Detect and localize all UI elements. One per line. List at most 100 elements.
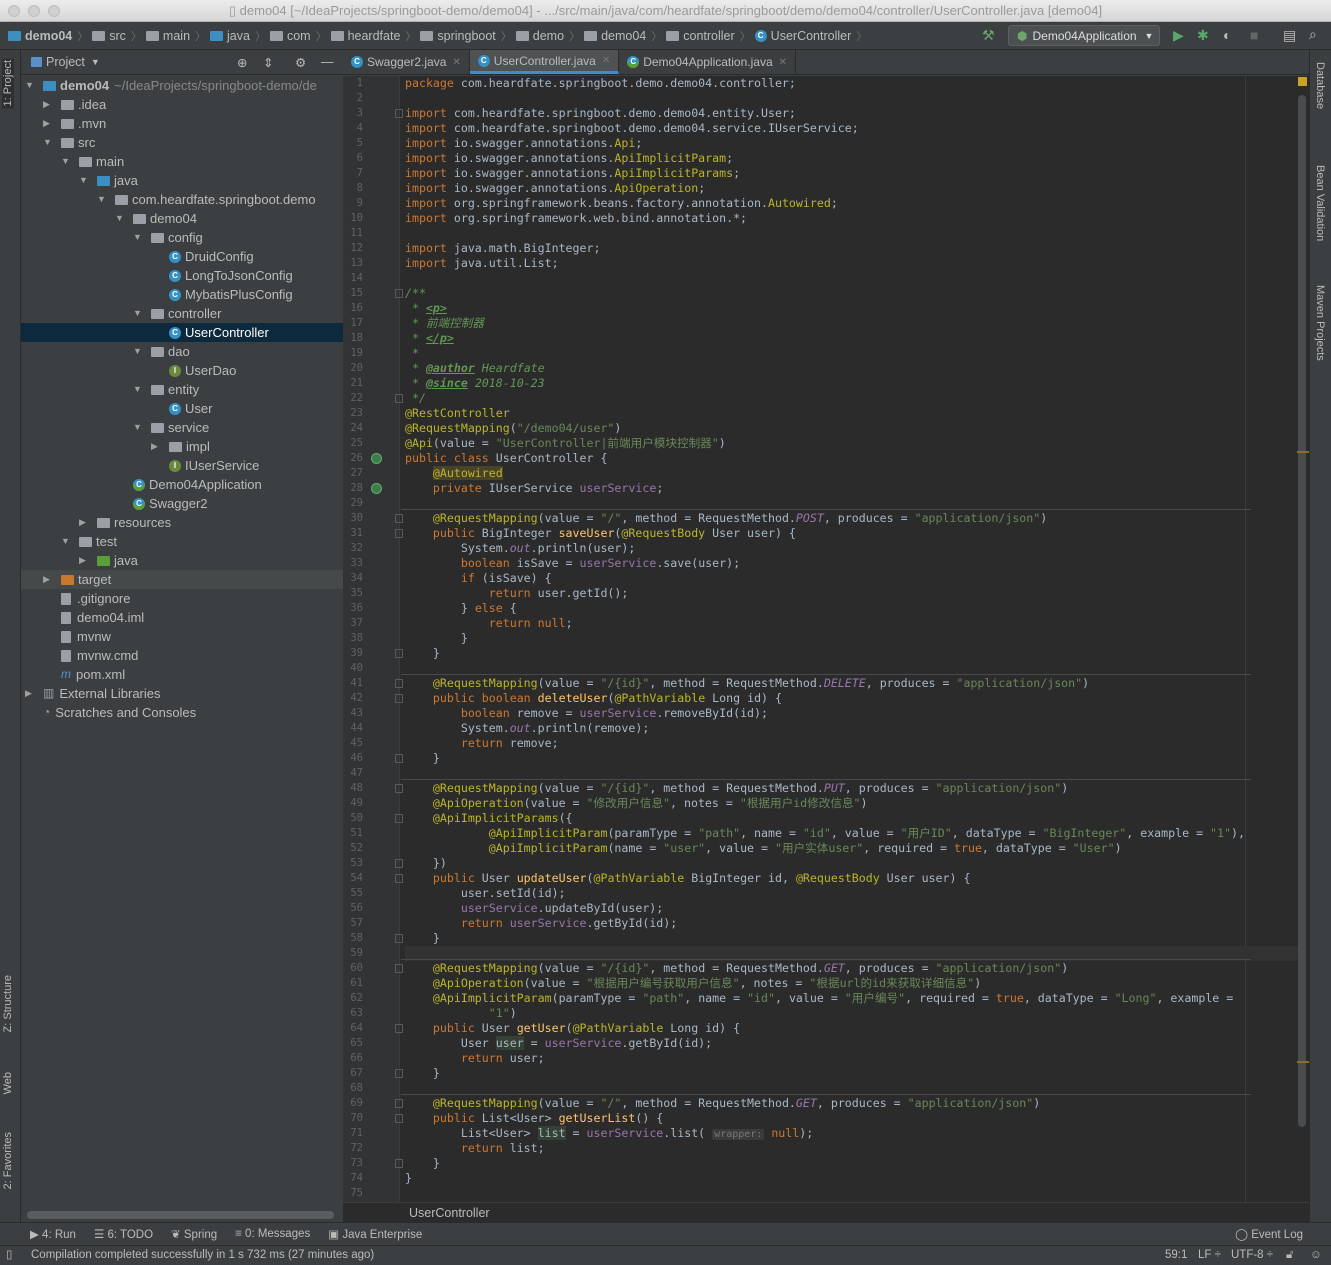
code-line[interactable]: } <box>405 751 1305 766</box>
code-line[interactable]: @ApiImplicitParam(paramType = "path", na… <box>405 826 1305 841</box>
code-line[interactable]: public User getUser(@PathVariable Long i… <box>405 1021 1305 1036</box>
build-hammer-icon[interactable]: ⚒ <box>982 27 995 44</box>
tree-item[interactable]: ▼ com.heardfate.springboot.demo <box>21 190 343 209</box>
tree-item[interactable]: ▼ config <box>21 228 343 247</box>
code-line[interactable]: @RestController <box>405 406 1305 421</box>
tree-item[interactable]: ▼ service <box>21 418 343 437</box>
expanded-arrow-icon[interactable]: ▼ <box>115 209 133 228</box>
event-log-button[interactable]: ◯ Event Log <box>1235 1227 1303 1241</box>
code-line[interactable]: import io.swagger.annotations.ApiImplici… <box>405 166 1305 181</box>
coverage-icon[interactable]: ◐ <box>1223 27 1231 43</box>
tree-item[interactable]: ▼ dao <box>21 342 343 361</box>
tree-item[interactable]: C Demo04Application <box>21 475 343 494</box>
fold-marker-icon[interactable] <box>395 109 403 118</box>
warning-marker[interactable] <box>1297 451 1309 453</box>
code-line[interactable] <box>405 1186 1305 1201</box>
close-window-button[interactable] <box>8 5 20 17</box>
code-line[interactable]: @ApiOperation(value = "根据用户编号获取用户信息", no… <box>405 976 1305 991</box>
tree-item[interactable]: m pom.xml <box>21 665 343 684</box>
code-line[interactable]: @ApiImplicitParam(name = "user", value =… <box>405 841 1305 856</box>
editor-vertical-scrollbar[interactable] <box>1298 95 1306 1127</box>
code-line[interactable] <box>405 91 1305 106</box>
collapsed-arrow-icon[interactable]: ▶ <box>43 570 61 589</box>
fold-marker-icon[interactable] <box>395 934 403 943</box>
code-line[interactable]: @RequestMapping(value = "/", method = Re… <box>405 511 1305 526</box>
tree-item[interactable]: I UserDao <box>21 361 343 380</box>
todo-tool-button[interactable]: ☰ 6: TODO <box>94 1227 153 1241</box>
breadcrumb-usercontroller[interactable]: C UserController 〉 <box>754 28 867 44</box>
project-structure-icon[interactable]: ▤ <box>1283 27 1296 44</box>
tree-item[interactable]: ▼ java <box>21 171 343 190</box>
expanded-arrow-icon[interactable]: ▼ <box>133 342 151 361</box>
run-tool-button[interactable]: ▶ 4: Run <box>30 1227 76 1241</box>
code-line[interactable]: @RequestMapping("/demo04/user") <box>405 421 1305 436</box>
tree-item[interactable]: demo04.iml <box>21 608 343 627</box>
hide-icon[interactable]: — <box>321 55 334 69</box>
code-line[interactable]: @ApiImplicitParams({ <box>405 811 1305 826</box>
code-line[interactable]: * @since 2018-10-23 <box>405 376 1305 391</box>
line-separator-select[interactable]: LF ÷ <box>1198 1246 1221 1265</box>
caret-position[interactable]: 59:1 <box>1165 1246 1187 1265</box>
breadcrumb-springboot[interactable]: springboot 〉 <box>420 28 512 44</box>
tree-item[interactable]: ▶ resources <box>21 513 343 532</box>
warning-marker[interactable] <box>1297 1061 1309 1063</box>
fold-marker-icon[interactable] <box>395 694 403 703</box>
collapsed-arrow-icon[interactable]: ▶ <box>79 513 97 532</box>
fold-marker-icon[interactable] <box>395 1099 403 1108</box>
code-line[interactable]: public User updateUser(@PathVariable Big… <box>405 871 1305 886</box>
tree-item[interactable]: C Swagger2 <box>21 494 343 513</box>
fold-marker-icon[interactable] <box>395 1114 403 1123</box>
code-line[interactable]: @Api(value = "UserController|前端用户模块控制器") <box>405 436 1305 451</box>
tree-item[interactable]: .gitignore <box>21 589 343 608</box>
code-line[interactable]: @RequestMapping(value = "/{id}", method … <box>405 781 1305 796</box>
code-line[interactable]: userService.updateById(user); <box>405 901 1305 916</box>
tree-item[interactable]: C DruidConfig <box>21 247 343 266</box>
collapsed-arrow-icon[interactable]: ▶ <box>79 551 97 570</box>
fold-marker-icon[interactable] <box>395 964 403 973</box>
breadcrumb-controller[interactable]: controller 〉 <box>666 28 751 44</box>
inspection-status-icon[interactable] <box>1298 77 1307 86</box>
code-line[interactable]: import java.util.List; <box>405 256 1305 271</box>
code-line[interactable]: import io.swagger.annotations.ApiOperati… <box>405 181 1305 196</box>
code-line[interactable]: return list; <box>405 1141 1305 1156</box>
code-line[interactable]: return remove; <box>405 736 1305 751</box>
code-line[interactable]: * <box>405 346 1305 361</box>
code-line[interactable]: @RequestMapping(value = "/", method = Re… <box>405 1096 1305 1111</box>
web-tool-button[interactable]: Web <box>2 1072 14 1094</box>
fold-marker-icon[interactable] <box>395 1069 403 1078</box>
code-line[interactable]: return user.getId(); <box>405 586 1305 601</box>
expanded-arrow-icon[interactable]: ▼ <box>97 190 115 209</box>
code-line[interactable]: @RequestMapping(value = "/{id}", method … <box>405 961 1305 976</box>
expanded-arrow-icon[interactable]: ▼ <box>61 532 79 551</box>
inspector-icon[interactable]: ☺ <box>1310 1246 1322 1265</box>
tree-item[interactable]: mvnw <box>21 627 343 646</box>
code-line[interactable]: import com.heardfate.springboot.demo.dem… <box>405 121 1305 136</box>
spring-tool-button[interactable]: ❦ Spring <box>171 1227 217 1241</box>
fold-marker-icon[interactable] <box>395 859 403 868</box>
code-line[interactable]: package com.heardfate.springboot.demo.de… <box>405 76 1305 91</box>
code-line[interactable]: System.out.println(user); <box>405 541 1305 556</box>
code-line[interactable]: boolean remove = userService.removeById(… <box>405 706 1305 721</box>
code-line[interactable]: private IUserService userService; <box>405 481 1305 496</box>
breadcrumb-heardfate[interactable]: heardfate 〉 <box>330 28 416 44</box>
database-tool-button[interactable]: Database <box>1314 62 1326 109</box>
messages-tool-button[interactable]: ≡ 0: Messages <box>235 1228 310 1240</box>
breadcrumb-demo04[interactable]: demo04 〉 <box>584 28 662 44</box>
fold-marker-icon[interactable] <box>395 784 403 793</box>
code-line[interactable]: } <box>405 1066 1305 1081</box>
fold-marker-icon[interactable] <box>395 394 403 403</box>
zoom-window-button[interactable] <box>48 5 60 17</box>
tree-item[interactable]: ▼ entity <box>21 380 343 399</box>
fold-marker-icon[interactable] <box>395 649 403 658</box>
close-tab-icon[interactable]: ✕ <box>602 55 610 66</box>
code-line[interactable]: } <box>405 631 1305 646</box>
expanded-arrow-icon[interactable]: ▼ <box>133 304 151 323</box>
breadcrumb-demo[interactable]: demo 〉 <box>515 28 580 44</box>
code-line[interactable]: import org.springframework.beans.factory… <box>405 196 1305 211</box>
code-line[interactable]: * 前端控制器 <box>405 316 1305 331</box>
expanded-arrow-icon[interactable]: ▼ <box>25 76 43 95</box>
fold-marker-icon[interactable] <box>395 514 403 523</box>
tree-item[interactable]: ▼ test <box>21 532 343 551</box>
editor-tab[interactable]: C UserController.java ✕ <box>469 50 620 74</box>
expanded-arrow-icon[interactable]: ▼ <box>133 418 151 437</box>
